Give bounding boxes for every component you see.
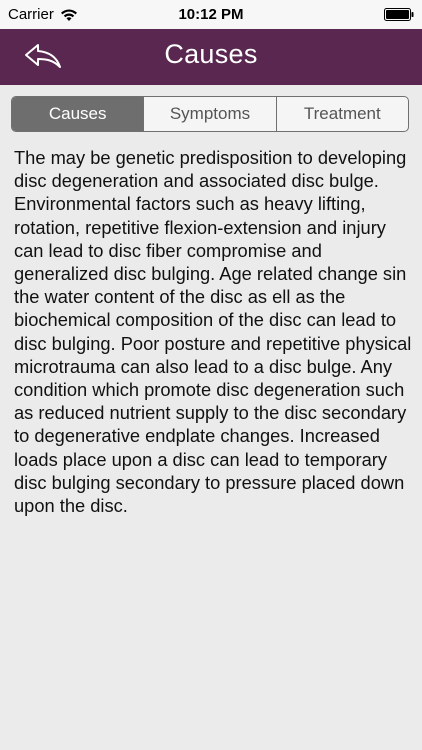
tab-symptoms[interactable]: Symptoms xyxy=(144,97,277,131)
page-title: Causes xyxy=(164,39,258,69)
screen: Carrier 10:12 PM Causes Causes Symptoms … xyxy=(0,0,422,750)
causes-body-text: The may be genetic predisposition to dev… xyxy=(14,147,412,517)
tab-causes[interactable]: Causes xyxy=(12,97,145,131)
status-time: 10:12 PM xyxy=(178,6,244,23)
navigation-bar: Causes xyxy=(0,29,422,85)
tab-segmented-control: Causes Symptoms Treatment xyxy=(11,96,409,132)
status-bar: Carrier 10:12 PM xyxy=(0,0,422,29)
battery-icon xyxy=(384,8,414,21)
tab-treatment[interactable]: Treatment xyxy=(277,97,408,131)
